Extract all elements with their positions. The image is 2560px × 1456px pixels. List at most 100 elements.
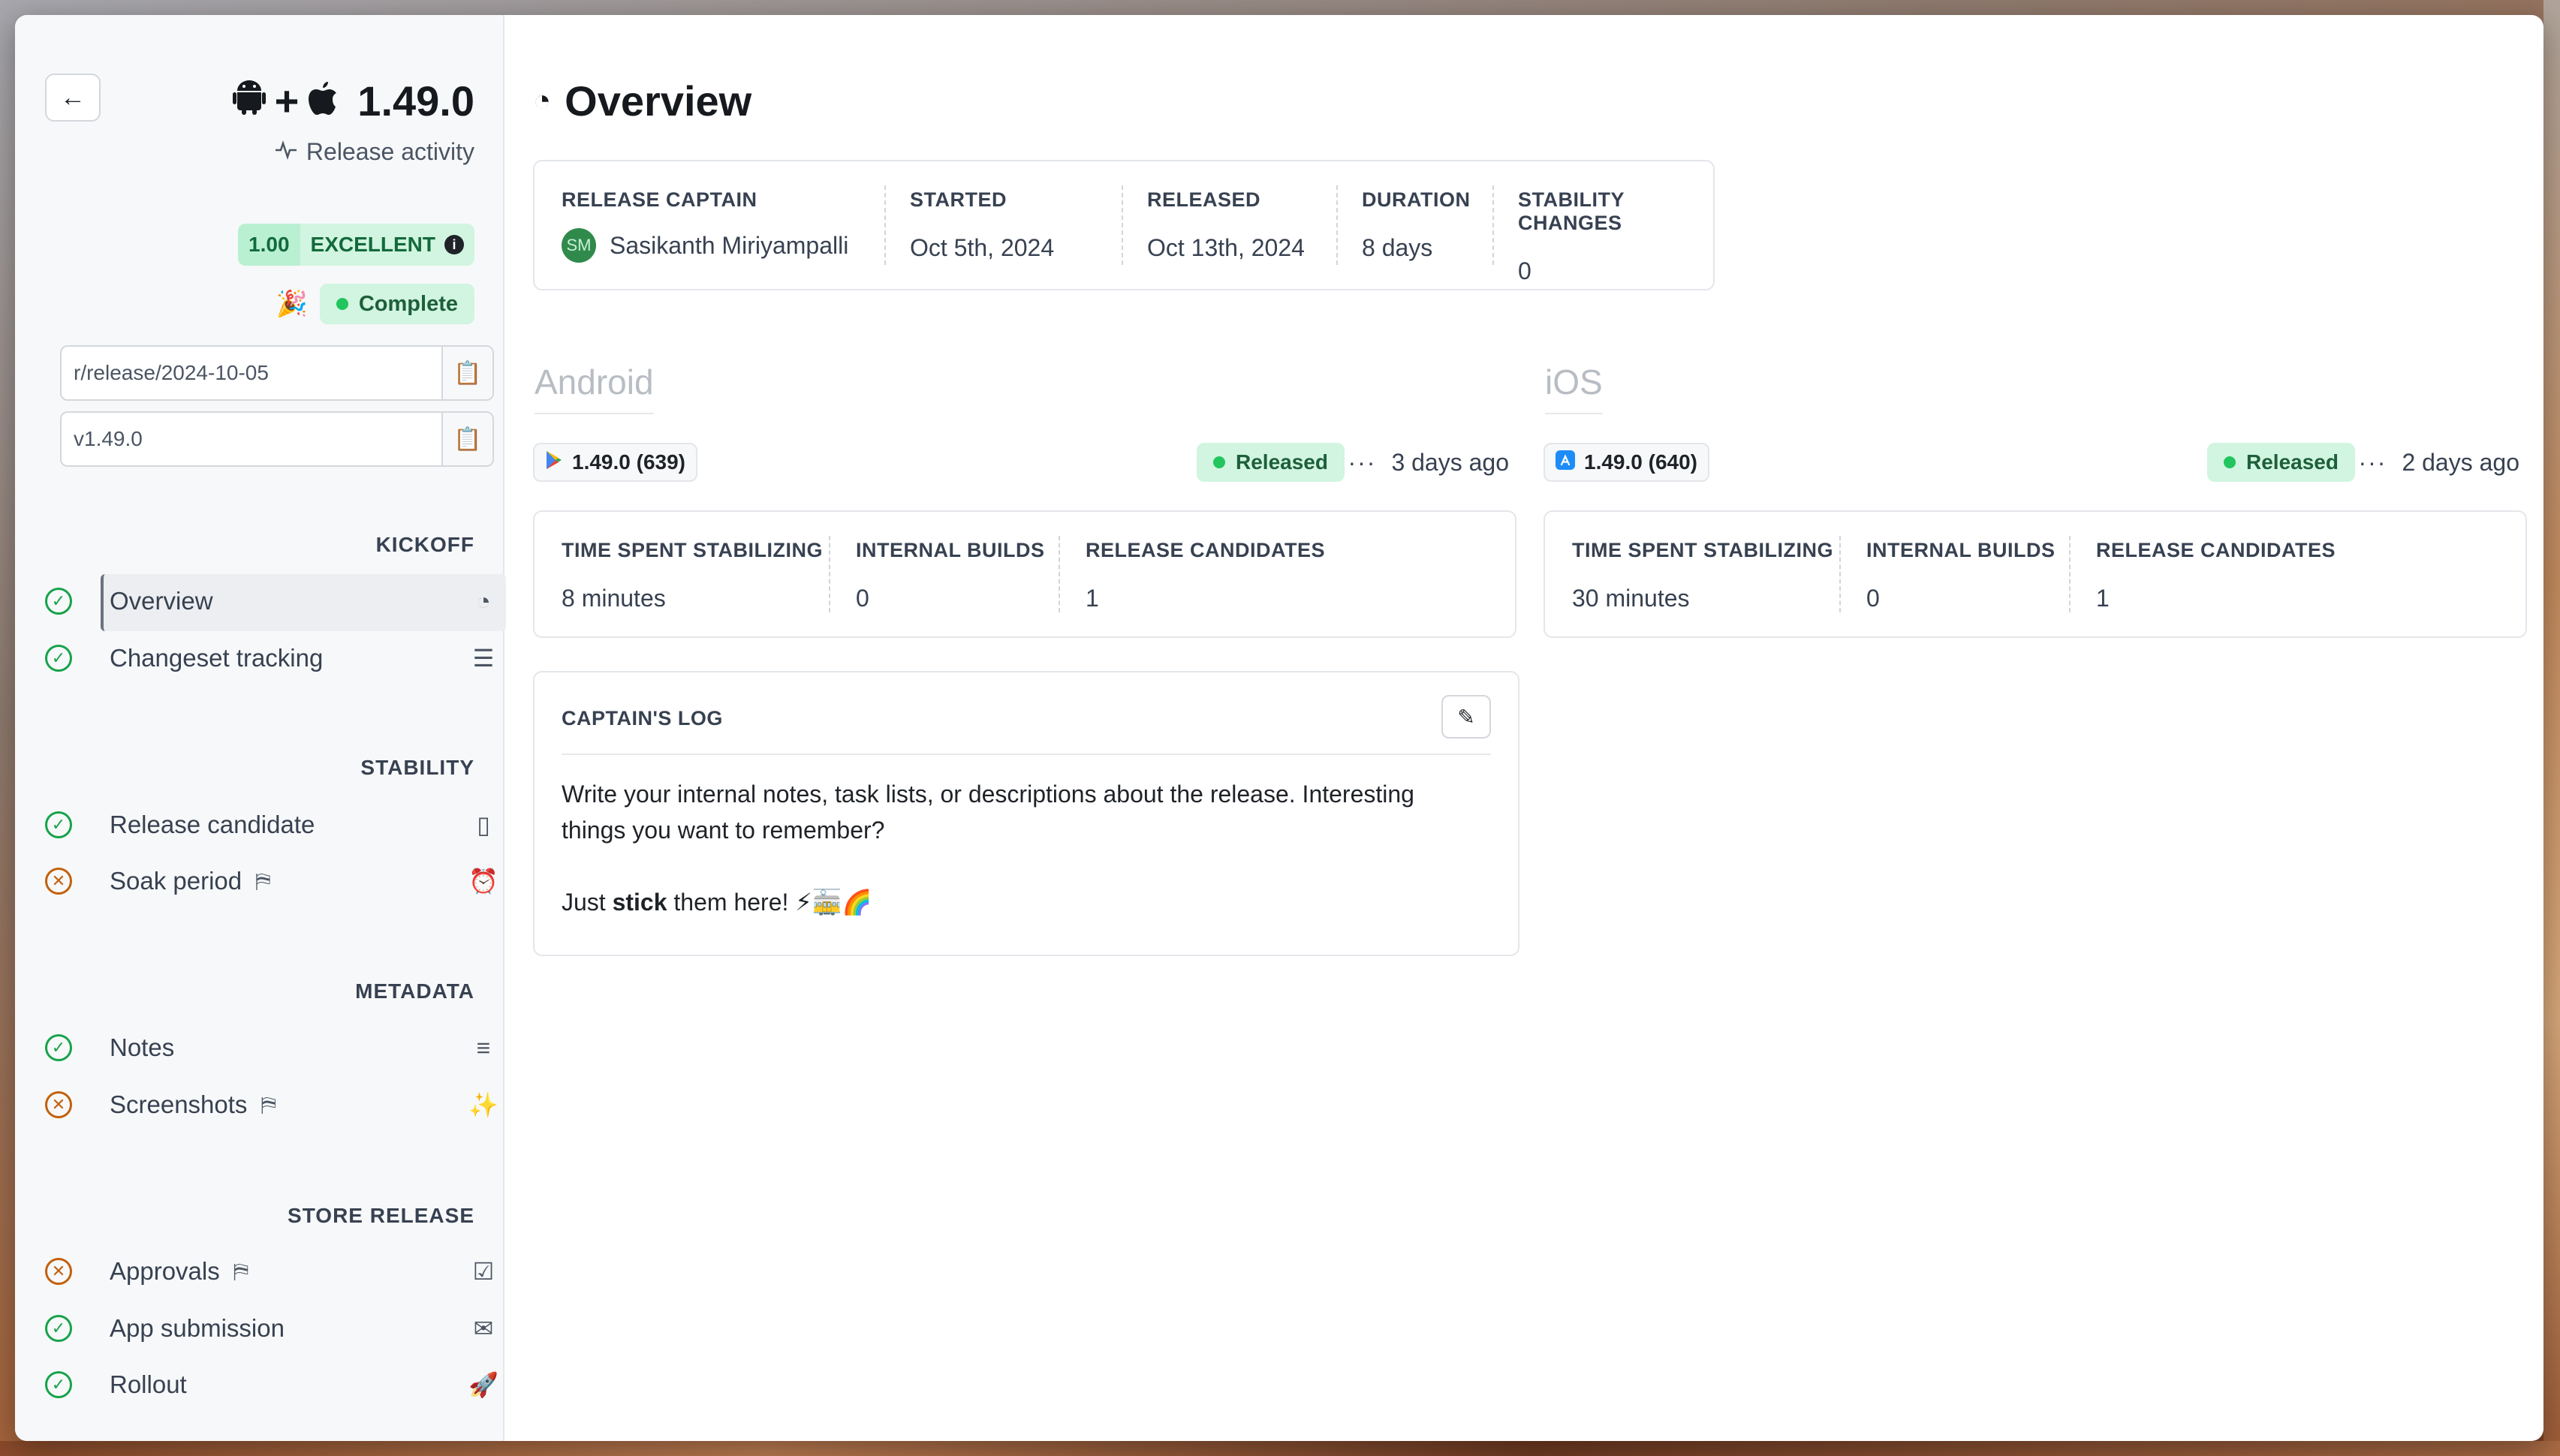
duration-stat: DURATION 8 days bbox=[1362, 161, 1470, 289]
app-window: ← +1.49.0 Release activity 1.00 EXCELLEN… bbox=[15, 15, 2543, 1441]
divider bbox=[2069, 536, 2071, 612]
stat-value: 0 bbox=[856, 585, 869, 612]
android-heading: Android bbox=[535, 362, 654, 414]
score-grade: EXCELLENT i bbox=[300, 224, 474, 266]
ios-released-ago: ··· 2 days ago bbox=[2358, 443, 2519, 482]
list-music-icon: ☰ bbox=[472, 645, 495, 672]
branch-value[interactable]: r/release/2024-10-05 bbox=[62, 347, 443, 399]
sidebar-item-label: Changeset tracking bbox=[110, 644, 324, 672]
stat-label: TIME SPENT STABILIZING bbox=[1572, 539, 1833, 561]
log-paragraph: Write your internal notes, task lists, o… bbox=[562, 781, 1414, 844]
sidebar-item-label: Overview bbox=[110, 587, 213, 615]
stat-value: 0 bbox=[1518, 257, 1531, 284]
started-stat: STARTED Oct 5th, 2024 bbox=[910, 161, 1054, 289]
desktop-wallpaper-right bbox=[2543, 0, 2560, 1456]
gallery-icon: ▯ bbox=[477, 811, 490, 838]
status-dot-icon bbox=[336, 298, 348, 310]
sidebar-item-approvals[interactable]: ✕ Approvals ⛿ ☑ bbox=[45, 1244, 506, 1298]
sidebar-item-release-candidate[interactable]: ✓ Release candidate ▯ bbox=[45, 798, 506, 852]
sidebar-item-label: App submission bbox=[110, 1314, 285, 1342]
check-circle-icon: ✓ bbox=[45, 588, 72, 615]
sidebar-item-label: Screenshots bbox=[110, 1090, 248, 1118]
sidebar-item-changeset-tracking[interactable]: ✓ Changeset tracking ☰ bbox=[45, 631, 506, 685]
play-store-icon bbox=[545, 450, 563, 475]
sidebar-item-rollout[interactable]: ✓ Rollout 🚀 bbox=[45, 1358, 506, 1412]
party-popper-icon: 🎉 bbox=[276, 290, 308, 318]
ios-internal-builds-stat: INTERNAL BUILDS 0 bbox=[1866, 512, 2056, 636]
sidebar-item-app-submission[interactable]: ✓ App submission ✉ bbox=[45, 1301, 506, 1355]
check-circle-icon: ✓ bbox=[45, 811, 72, 838]
stat-value: Oct 13th, 2024 bbox=[1147, 234, 1305, 261]
roadblock-icon: ⛿ bbox=[233, 1259, 249, 1283]
page-title-text: Overview bbox=[565, 77, 752, 125]
sidebar-item-label: Soak period bbox=[110, 867, 242, 895]
stat-label: RELEASED bbox=[1147, 188, 1261, 211]
tag-value[interactable]: v1.49.0 bbox=[62, 413, 443, 465]
check-circle-icon: ✓ bbox=[45, 645, 72, 672]
log-bold-text: stick bbox=[612, 889, 667, 916]
apple-icon bbox=[308, 77, 338, 125]
divider bbox=[884, 185, 886, 265]
mail-icon: ✉ bbox=[473, 1315, 494, 1342]
version-number: 1.49.0 bbox=[357, 77, 474, 125]
check-circle-icon: ✓ bbox=[45, 1315, 72, 1342]
divider bbox=[1336, 185, 1338, 265]
score-grade-label: EXCELLENT bbox=[310, 233, 435, 256]
stat-value: Oct 5th, 2024 bbox=[910, 234, 1055, 261]
copy-branch-button[interactable]: 📋 bbox=[443, 347, 492, 399]
gauge-icon: ◔ bbox=[533, 84, 552, 117]
ios-heading: iOS bbox=[1545, 362, 1603, 414]
log-paragraph: Just stick them here! ⚡🚋🌈 bbox=[562, 884, 1465, 920]
sidebar-item-soak-period[interactable]: ✕ Soak period ⛿ ⏰ bbox=[45, 854, 506, 908]
copy-tag-button[interactable]: 📋 bbox=[443, 413, 492, 465]
section-kickoff: KICKOFF bbox=[375, 533, 474, 556]
android-stats-card: TIME SPENT STABILIZING 8 minutes INTERNA… bbox=[533, 510, 1516, 638]
stat-value: 0 bbox=[1866, 585, 1880, 612]
release-status-row: 🎉 Complete bbox=[276, 284, 474, 324]
release-activity-label: Release activity bbox=[306, 138, 474, 165]
sidebar-item-notes[interactable]: ✓ Notes ≡ bbox=[45, 1021, 506, 1075]
check-circle-icon: ✓ bbox=[45, 1034, 72, 1061]
stat-label: RELEASE CANDIDATES bbox=[1086, 539, 1326, 561]
x-circle-icon: ✕ bbox=[45, 1258, 72, 1285]
version-title-text: +1.49.0 bbox=[275, 77, 474, 125]
sidebar-item-overview[interactable]: ✓ Overview ◔ bbox=[45, 574, 506, 631]
clipboard-icon: 📋 bbox=[453, 426, 482, 452]
release-activity-link[interactable]: Release activity bbox=[275, 138, 474, 166]
version-title: +1.49.0 bbox=[232, 74, 474, 128]
divider bbox=[562, 754, 1491, 755]
app-store-icon bbox=[1556, 450, 1575, 475]
captains-log-editor[interactable]: Write your internal notes, task lists, o… bbox=[562, 776, 1465, 920]
stat-label: RELEASE CANDIDATES bbox=[2096, 539, 2336, 561]
sidebar-item-label-wrap: Screenshots ⛿ bbox=[110, 1090, 461, 1119]
build-label: 1.49.0 (640) bbox=[1584, 450, 1697, 474]
score-value: 1.00 bbox=[238, 224, 300, 266]
status-label: Released bbox=[2246, 450, 2339, 474]
status-label: Complete bbox=[358, 291, 458, 316]
back-button[interactable]: ← bbox=[45, 74, 101, 122]
ios-status-badge: Released bbox=[2207, 443, 2355, 482]
roadblock-icon: ⛿ bbox=[261, 1092, 276, 1116]
android-build-chip[interactable]: 1.49.0 (639) bbox=[533, 443, 697, 482]
log-text: them here! ⚡🚋🌈 bbox=[667, 889, 872, 916]
divider bbox=[829, 536, 830, 612]
ago-label: 3 days ago bbox=[1391, 448, 1509, 476]
android-internal-builds-stat: INTERNAL BUILDS 0 bbox=[856, 512, 1045, 636]
ios-build-chip[interactable]: 1.49.0 (640) bbox=[1544, 443, 1709, 482]
sidebar-item-label: Release candidate bbox=[110, 811, 315, 838]
android-status-badge: Released bbox=[1197, 443, 1345, 482]
edit-log-button[interactable]: ✎ bbox=[1441, 695, 1491, 739]
more-options-icon[interactable]: ··· bbox=[2358, 449, 2387, 477]
sidebar-item-label-wrap: Soak period ⛿ bbox=[110, 867, 461, 895]
captain-name: Sasikanth Miriyampalli bbox=[610, 231, 849, 259]
stat-value: 1 bbox=[1086, 585, 1099, 612]
android-release-candidates-stat: RELEASE CANDIDATES 1 bbox=[1086, 512, 1325, 636]
pencil-icon: ✎ bbox=[1457, 705, 1475, 729]
sidebar-item-screenshots[interactable]: ✕ Screenshots ⛿ ✨ bbox=[45, 1078, 506, 1132]
ios-stabilizing-stat: TIME SPENT STABILIZING 30 minutes bbox=[1572, 512, 1833, 636]
page-title: ◔ Overview bbox=[533, 77, 751, 125]
section-metadata: METADATA bbox=[355, 979, 474, 1003]
more-options-icon[interactable]: ··· bbox=[1348, 449, 1376, 477]
info-icon[interactable]: i bbox=[444, 235, 464, 254]
stat-label: DURATION bbox=[1362, 188, 1471, 211]
